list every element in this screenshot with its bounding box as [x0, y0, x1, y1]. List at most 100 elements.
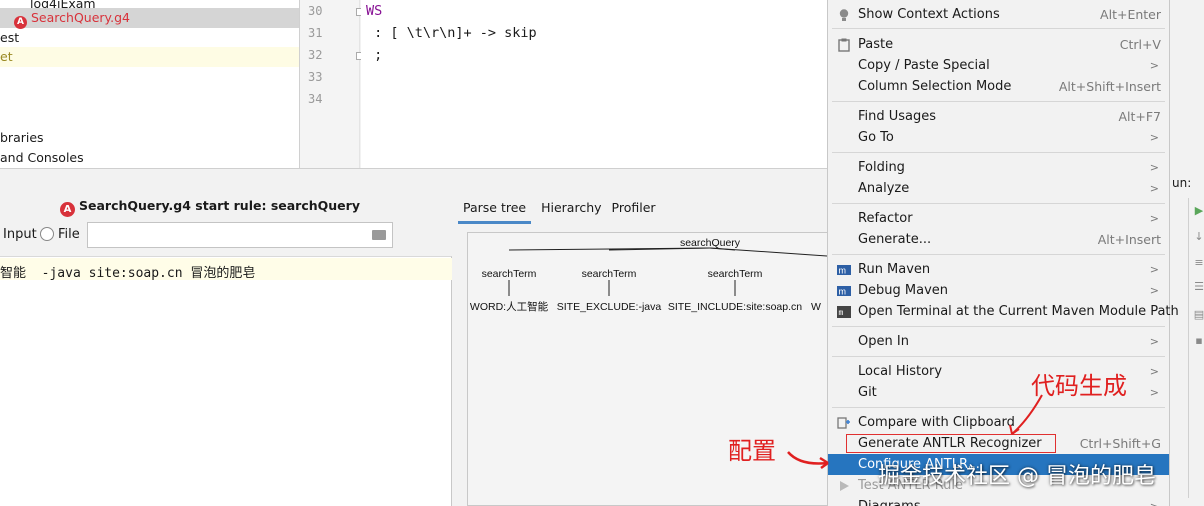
menu-label: Copy / Paste Special [858, 58, 990, 73]
file-radio-button[interactable] [40, 227, 54, 241]
menu-item-refactor[interactable]: Refactor > [828, 208, 1169, 229]
input-radio-option[interactable]: Input [3, 227, 37, 242]
wrap-icon[interactable]: ≡ [1192, 256, 1204, 270]
tree-edge [709, 247, 827, 257]
menu-separator [832, 101, 1165, 102]
menu-item-show-context-actions[interactable]: Show Context Actions Alt+Enter [828, 4, 1169, 25]
menu-shortcut: Ctrl+Shift+G [1079, 436, 1161, 451]
sort-icon[interactable]: ☰ [1192, 280, 1204, 294]
menu-item-diagrams[interactable]: Diagrams > [828, 496, 1169, 506]
menu-label: Refactor [858, 211, 913, 226]
code-line-text: : [ \t\r\n]+ -> skip [366, 25, 537, 41]
tree-leaf-truncated: W [811, 301, 821, 313]
tree-item-scratches[interactable]: and Consoles [0, 148, 84, 168]
menu-label: Open In [858, 334, 909, 349]
input-text-area[interactable] [0, 256, 452, 506]
tab-parse-tree[interactable]: Parse tree [458, 200, 532, 224]
input-radio-label: Input [3, 227, 37, 242]
file-radio-label: File [58, 227, 80, 242]
menu-item-compare-clipboard[interactable]: Compare with Clipboard [828, 412, 1169, 433]
menu-label: Generate... [858, 232, 932, 247]
run-panel-label: un: [1172, 176, 1192, 190]
tree-item-target[interactable]: et [0, 47, 299, 67]
annotation-code-generation: 代码生成 [1031, 372, 1127, 400]
menu-item-copy-paste-special[interactable]: Copy / Paste Special > [828, 55, 1169, 76]
code-line: : [ \t\r\n]+ -> skip [366, 25, 537, 41]
print-icon[interactable]: ▤ [1192, 308, 1204, 322]
menu-separator [832, 326, 1165, 327]
menu-item-find-usages[interactable]: Find Usages Alt+F7 [828, 106, 1169, 127]
menu-label: Debug Maven [858, 283, 948, 298]
code-editor[interactable]: WS : [ \t\r\n]+ -> skip ; [361, 0, 827, 168]
menu-label: Column Selection Mode [858, 79, 1012, 94]
menu-label: Compare with Clipboard [858, 415, 1015, 430]
menu-separator [832, 152, 1165, 153]
editor-gutter: 30 31 32 33 34 [300, 0, 364, 168]
chevron-right-icon: > [1149, 263, 1159, 276]
menu-separator [832, 28, 1165, 29]
tree-item-test[interactable]: est [0, 28, 19, 48]
tree-leaf-site-include: SITE_INCLUDE:site:soap.cn [668, 301, 802, 313]
menu-label: Show Context Actions [858, 7, 1000, 22]
antlr-error-icon: A [60, 202, 75, 217]
tab-profiler[interactable]: Profiler [612, 200, 656, 215]
menu-label: Analyze [858, 181, 910, 196]
menu-label: Find Usages [858, 109, 937, 124]
tree-node-searchterm: searchTerm [708, 268, 763, 280]
tool-window-divider[interactable] [0, 168, 827, 194]
menu-item-folding[interactable]: Folding > [828, 157, 1169, 178]
input-text-content: 智能 -java site:soap.cn 冒泡的肥皂 [0, 266, 256, 281]
run-icon[interactable]: ▶ [1192, 204, 1204, 218]
arrow-down-icon[interactable]: ↓ [1192, 230, 1204, 244]
file-path-field[interactable] [87, 222, 393, 248]
tree-item-libraries[interactable]: braries [0, 128, 44, 148]
tree-node-searchterm: searchTerm [482, 268, 537, 280]
chevron-right-icon: > [1149, 161, 1159, 174]
trash-icon[interactable]: ▪ [1192, 334, 1204, 348]
chevron-right-icon: > [1149, 365, 1159, 378]
menu-item-open-in[interactable]: Open In > [828, 331, 1169, 352]
project-tree: log4jExam A SearchQuery.g4 est et braries… [0, 0, 300, 168]
parse-tree-tabs: Parse tree Hierarchy Profiler [458, 200, 666, 224]
editor-context-menu: Show Context Actions Alt+Enter Paste Ctr… [827, 0, 1179, 506]
line-number: 30 [308, 4, 323, 18]
menu-shortcut: Alt+F7 [1118, 109, 1161, 124]
svg-text:m: m [839, 287, 847, 297]
chevron-right-icon: > [1149, 212, 1159, 225]
tree-item-label: braries [0, 130, 44, 145]
tree-item-searchquery[interactable]: A SearchQuery.g4 [0, 8, 299, 29]
menu-item-generate[interactable]: Generate... Alt+Insert [828, 229, 1169, 250]
menu-label: Run Maven [858, 262, 931, 277]
annotation-configure: 配置 [728, 437, 776, 465]
code-line: WS [366, 3, 383, 19]
menu-shortcut: Ctrl+V [1119, 37, 1161, 52]
menu-item-debug-maven[interactable]: m Debug Maven > [828, 280, 1169, 301]
chevron-right-icon: > [1149, 131, 1159, 144]
clipboard-icon [838, 38, 850, 52]
tree-root-node: searchQuery [680, 237, 741, 249]
menu-item-go-to[interactable]: Go To > [828, 127, 1169, 148]
chevron-right-icon: > [1150, 496, 1159, 506]
menu-item-column-selection[interactable]: Column Selection Mode Alt+Shift+Insert [828, 76, 1169, 97]
folder-icon[interactable] [372, 230, 386, 240]
menu-item-run-maven[interactable]: m Run Maven > [828, 259, 1169, 280]
maven-icon: m [837, 286, 851, 297]
file-radio-option[interactable]: File [40, 227, 80, 242]
menu-shortcut: Alt+Insert [1097, 232, 1161, 247]
menu-separator [832, 356, 1165, 357]
tree-leaf-site-exclude: SITE_EXCLUDE:-java [557, 301, 662, 313]
tab-hierarchy[interactable]: Hierarchy [541, 200, 601, 215]
menu-label: Open Terminal at the Current Maven Modul… [858, 304, 1179, 319]
menu-item-open-terminal[interactable]: m Open Terminal at the Current Maven Mod… [828, 301, 1179, 322]
svg-text:m: m [839, 266, 847, 276]
watermark-text: 掘金技术社区 @ 冒泡的肥皂 [878, 464, 1156, 489]
compare-icon [837, 417, 850, 429]
line-number: 31 [308, 26, 323, 40]
menu-item-analyze[interactable]: Analyze > [828, 178, 1169, 199]
svg-text:m: m [839, 309, 844, 318]
tree-item-label: and Consoles [0, 150, 84, 165]
menu-item-paste[interactable]: Paste Ctrl+V [828, 34, 1169, 55]
menu-label: Paste [858, 37, 894, 52]
menu-shortcut: Alt+Shift+Insert [1058, 79, 1161, 94]
menu-label: Diagrams [858, 496, 921, 506]
